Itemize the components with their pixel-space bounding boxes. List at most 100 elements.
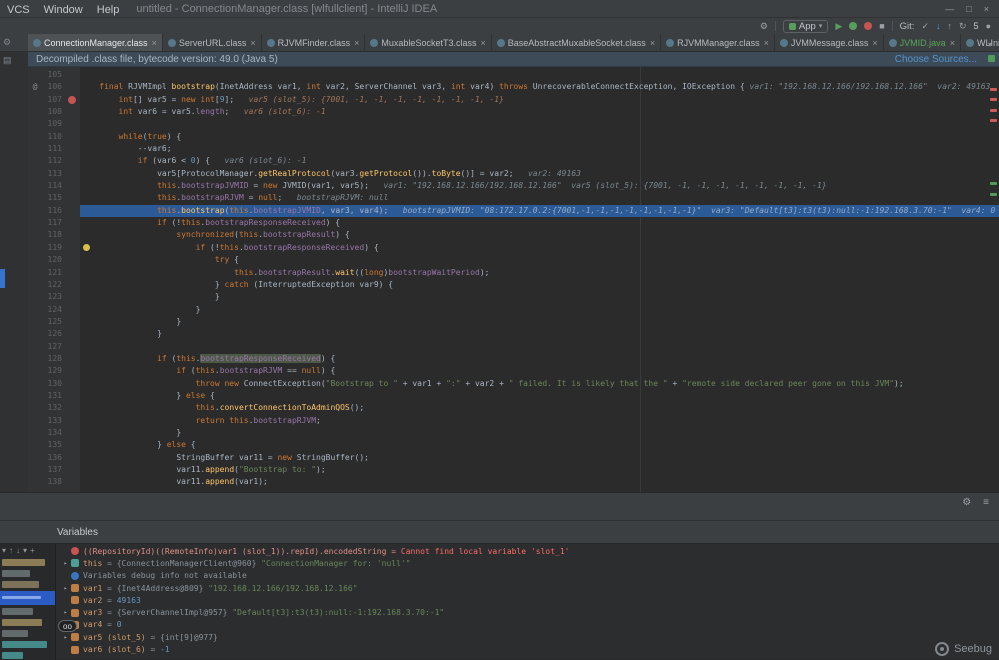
tab-BaseAbstractMuxableSocket-class[interactable]: BaseAbstractMuxableSocket.class× — [492, 34, 661, 51]
variable-row[interactable]: var2 = 49163 — [57, 594, 999, 606]
variables-tab[interactable]: Variables — [57, 527, 98, 538]
frames-toolbar-icon-2[interactable]: ↓ — [16, 545, 20, 557]
tool-window-indicator[interactable] — [0, 269, 5, 288]
frame-item[interactable] — [0, 606, 55, 617]
tab-JVMMessage-class[interactable]: JVMMessage.class× — [775, 34, 884, 51]
hidden-tabs-chevron-icon[interactable]: ▾ — [988, 37, 997, 49]
code-text[interactable]: } — [80, 427, 999, 439]
code-text[interactable]: var11.append("Bootstrap to: "); — [80, 464, 999, 476]
wrench-icon[interactable]: ⚙ — [760, 20, 768, 32]
maximize-icon[interactable]: □ — [966, 4, 971, 14]
close-icon[interactable]: × — [250, 38, 255, 48]
close-icon[interactable]: × — [480, 38, 485, 48]
close-icon[interactable]: × — [152, 38, 157, 48]
tree-expander-icon[interactable]: ▸ — [61, 585, 70, 592]
code-text[interactable]: this.bootstrapRJVM = null; bootstrapRJVM… — [80, 192, 999, 204]
code-text[interactable]: } catch (InterruptedException var9) { — [80, 279, 999, 291]
code-text[interactable]: } else { — [80, 439, 999, 451]
menu-vcs[interactable]: VCS — [0, 4, 37, 16]
intention-bulb-icon[interactable] — [83, 244, 90, 251]
stop-button[interactable]: ■ — [879, 20, 884, 32]
structure-grid-icon[interactable]: ▤ — [3, 55, 12, 66]
tree-expander-icon[interactable]: ▸ — [61, 560, 70, 567]
frames-toolbar-icon-4[interactable]: + — [30, 545, 35, 557]
frames-toolbar-icon-1[interactable]: ↑ — [9, 545, 13, 557]
variable-row[interactable]: ▸var1 = {Inet4Address@809} "192.168.12.1… — [57, 582, 999, 594]
tab-JVMID-java[interactable]: JVMID.java× — [884, 34, 961, 51]
frame-item[interactable] — [0, 617, 55, 628]
code-text[interactable] — [80, 118, 999, 130]
code-text[interactable]: StringBuffer var11 = new StringBuffer(); — [80, 452, 999, 464]
breakpoint-icon[interactable] — [66, 94, 80, 106]
code-text[interactable]: this.convertConnectionToAdminQOS(); — [80, 402, 999, 414]
tab-ServerURL-class[interactable]: ServerURL.class× — [163, 34, 262, 51]
code-text[interactable]: return this.bootstrapRJVM; — [80, 415, 999, 427]
frames-toolbar-icon-0[interactable]: ▾ — [2, 545, 6, 557]
code-text[interactable]: --var6; — [80, 143, 999, 155]
git-check-icon[interactable]: ✓ — [921, 20, 929, 32]
tab-RJVMFinder-class[interactable]: RJVMFinder.class× — [262, 34, 366, 51]
git-refresh-icon[interactable]: ↻ — [959, 20, 967, 32]
code-text[interactable]: this.bootstrapJVMID = new JVMID(var1, va… — [80, 180, 999, 192]
variable-row[interactable]: ▸var5 (slot_5) = {int[9]@977} — [57, 631, 999, 643]
frame-item[interactable] — [0, 568, 55, 579]
coverage-button[interactable] — [864, 22, 872, 30]
code-editor[interactable]: 105@106final RJVMImpl bootstrap(InetAddr… — [28, 67, 999, 492]
code-text[interactable]: } — [80, 316, 999, 328]
close-icon[interactable]: × — [354, 38, 359, 48]
menu-help[interactable]: Help — [90, 4, 127, 16]
code-text[interactable]: if (this.bootstrapResponseReceived) { — [80, 353, 999, 365]
run-config-selector[interactable]: App ▾ — [783, 20, 828, 33]
settings-gear-icon[interactable]: ⚙ — [962, 497, 971, 508]
tree-expander-icon[interactable]: ▸ — [61, 634, 70, 641]
error-stripe[interactable] — [988, 67, 998, 492]
menu-window[interactable]: Window — [37, 4, 90, 16]
code-text[interactable]: } — [80, 291, 999, 303]
tab-RJVMManager-class[interactable]: RJVMManager.class× — [661, 34, 775, 51]
variable-row[interactable]: ▸this = {ConnectionManagerClient@960} "C… — [57, 557, 999, 569]
bell-icon[interactable]: ● — [986, 20, 991, 32]
debug-button[interactable] — [849, 22, 857, 30]
code-text[interactable]: if (var6 < 0) { var6 (slot_6): -1 — [80, 155, 999, 167]
code-text[interactable]: this.bootstrap(this.bootstrapJVMID, var3… — [80, 205, 999, 217]
code-text[interactable]: var5[ProtocolManager.getRealProtocol(var… — [80, 168, 999, 180]
code-text[interactable]: while(true) { — [80, 131, 999, 143]
code-text[interactable]: final RJVMImpl bootstrap(InetAddress var… — [80, 81, 999, 93]
git-push-icon[interactable]: ↑ — [948, 20, 953, 32]
variable-row[interactable]: var6 (slot_6) = -1 — [57, 643, 999, 655]
code-text[interactable]: if (!this.bootstrapResponseReceived) { — [80, 242, 999, 254]
code-text[interactable]: int[] var5 = new int[9]; var5 (slot_5): … — [80, 94, 999, 106]
run-button[interactable]: ▶ — [835, 20, 842, 32]
code-text[interactable]: throw new ConnectException("Bootstrap to… — [80, 378, 999, 390]
variable-row[interactable]: Variables debug info not available — [57, 570, 999, 582]
code-text[interactable] — [80, 341, 999, 353]
code-text[interactable]: synchronized(this.bootstrapResult) { — [80, 229, 999, 241]
tab-MuxableSocketT3-class[interactable]: MuxableSocketT3.class× — [365, 34, 491, 51]
choose-sources-link[interactable]: Choose Sources... — [895, 54, 991, 65]
code-text[interactable] — [80, 69, 999, 81]
code-text[interactable]: if (this.bootstrapRJVM == null) { — [80, 365, 999, 377]
code-text[interactable]: try { — [80, 254, 999, 266]
frame-item[interactable] — [0, 579, 55, 590]
close-window-icon[interactable]: × — [984, 4, 989, 14]
frames-pane[interactable]: ▾↑↓▾+ — [0, 544, 56, 660]
variable-row[interactable]: ▸var3 = {ServerChannelImpl@957} "Default… — [57, 606, 999, 618]
notification-count[interactable]: 5 — [974, 21, 979, 31]
minimize-icon[interactable]: — — [945, 4, 954, 14]
code-text[interactable]: var11.append(var1); — [80, 476, 999, 488]
frame-item[interactable] — [0, 557, 55, 568]
code-text[interactable]: if (!this.bootstrapResponseReceived) { — [80, 217, 999, 229]
memory-view-badge[interactable]: oo — [58, 620, 77, 632]
selected-frame[interactable] — [0, 591, 55, 605]
gear-icon[interactable]: ⚙ — [3, 37, 11, 48]
code-text[interactable]: } — [80, 328, 999, 340]
frame-item[interactable] — [0, 628, 55, 639]
frames-toolbar-icon-3[interactable]: ▾ — [23, 545, 27, 557]
code-text[interactable]: this.bootstrapResult.wait((long)bootstra… — [80, 267, 999, 279]
git-update-icon[interactable]: ↓ — [936, 20, 941, 32]
tree-expander-icon[interactable]: ▸ — [61, 609, 70, 616]
code-text[interactable]: int var6 = var5.length; var6 (slot_6): -… — [80, 106, 999, 118]
code-text[interactable]: } — [80, 304, 999, 316]
frame-item[interactable] — [0, 639, 55, 650]
variable-row[interactable]: var4 = 0 — [57, 619, 999, 631]
